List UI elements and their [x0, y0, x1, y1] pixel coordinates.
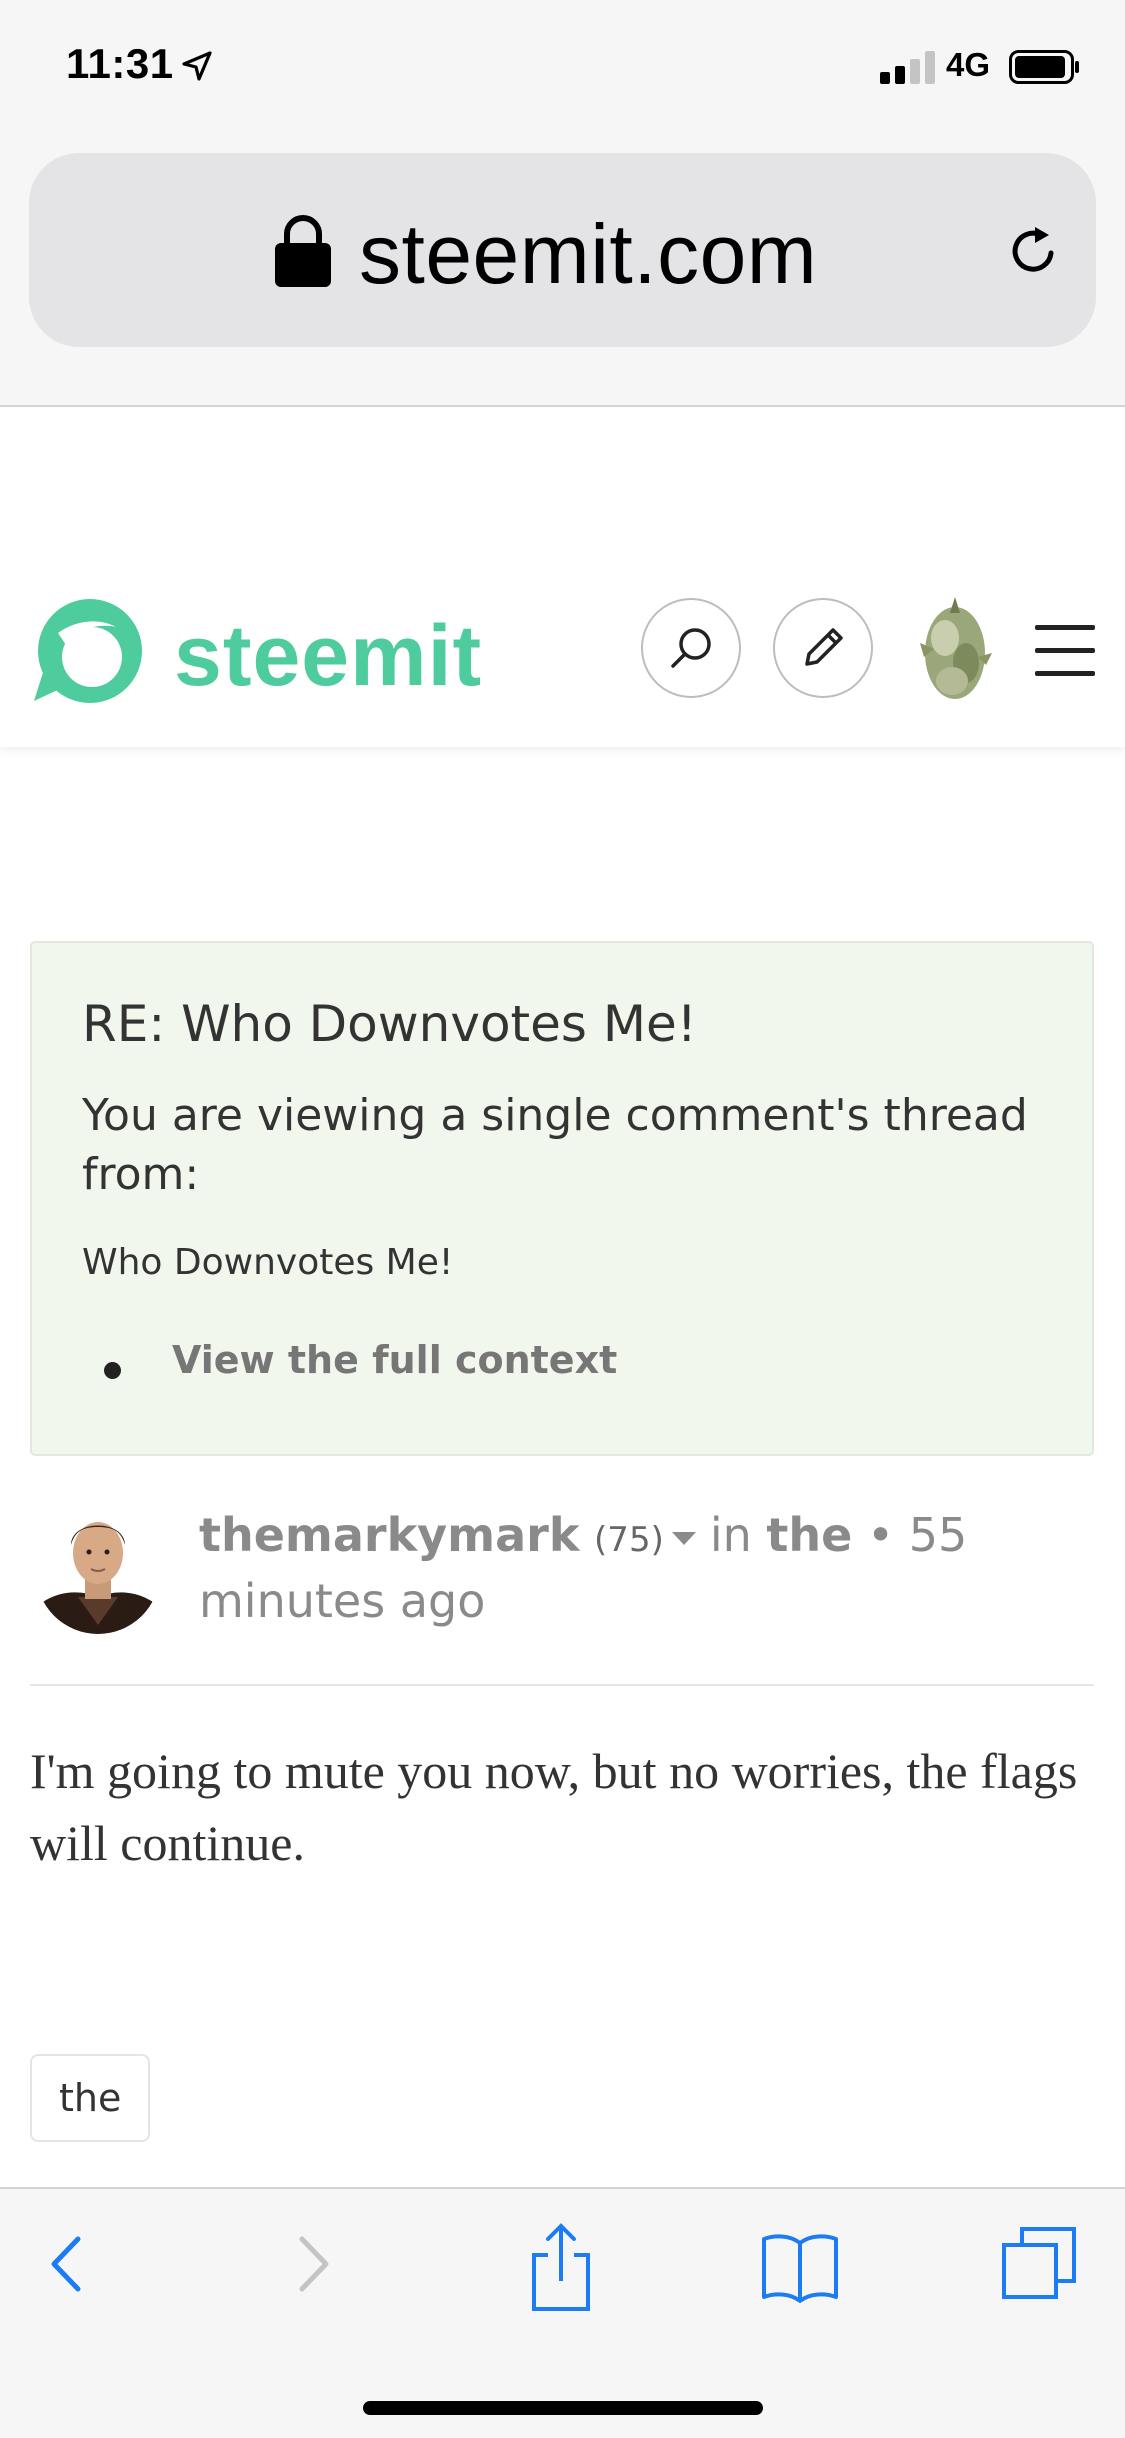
steemit-logo-icon[interactable] — [28, 593, 148, 713]
in-label: in — [709, 1508, 752, 1562]
comment-context-panel: RE: Who Downvotes Me! You are viewing a … — [30, 941, 1094, 1456]
community-link[interactable]: the — [766, 1508, 852, 1562]
search-icon — [671, 628, 711, 668]
steemit-logo-text[interactable]: steemit — [174, 607, 482, 706]
author-avatar[interactable] — [33, 1497, 163, 1637]
user-avatar[interactable] — [900, 593, 1010, 703]
url-text: steemit.com — [359, 207, 818, 301]
separator-dot: • — [866, 1508, 895, 1562]
forward-icon[interactable] — [292, 2229, 336, 2299]
tabs-icon[interactable] — [1000, 2223, 1080, 2303]
comment-author-line: themarkymark (75) in the • 55 minutes ago — [199, 1505, 1079, 1632]
search-button[interactable] — [641, 598, 741, 698]
author-name[interactable]: themarkymark — [199, 1508, 579, 1562]
lock-icon — [275, 215, 331, 287]
context-title: RE: Who Downvotes Me! — [82, 995, 697, 1053]
bookmarks-icon[interactable] — [760, 2229, 840, 2305]
view-full-context-link[interactable]: View the full context — [172, 1338, 617, 1382]
back-icon[interactable] — [44, 2229, 88, 2299]
reload-icon[interactable] — [1007, 223, 1063, 279]
parent-post-title[interactable]: Who Downvotes Me! — [82, 1242, 453, 1283]
site-header: steemit — [0, 565, 1125, 747]
context-subtitle: You are viewing a single comment's threa… — [82, 1090, 1028, 1200]
status-bar: 11:31 4G — [0, 0, 1125, 140]
compose-button[interactable] — [773, 598, 873, 698]
battery-icon — [1009, 50, 1079, 84]
author-reputation: (75) — [594, 1520, 664, 1560]
signal-strength-icon — [880, 50, 936, 84]
status-time: 11:31 — [66, 40, 174, 87]
tag-chip[interactable]: the — [30, 2054, 151, 2142]
chevron-down-icon[interactable] — [671, 1532, 696, 1545]
share-icon[interactable] — [526, 2221, 596, 2313]
network-type: 4G — [946, 46, 991, 83]
comment-body: I'm going to mute you now, but no worrie… — [30, 1743, 1078, 1871]
divider — [30, 1684, 1094, 1686]
browser-top-chrome: 11:31 4G steemit.com — [0, 0, 1125, 407]
list-bullet — [104, 1362, 121, 1379]
hamburger-menu-button[interactable] — [1035, 625, 1095, 677]
location-arrow-icon — [182, 51, 212, 81]
home-indicator[interactable] — [363, 2401, 763, 2415]
address-bar[interactable]: steemit.com — [29, 153, 1096, 347]
pencil-icon — [805, 628, 843, 666]
